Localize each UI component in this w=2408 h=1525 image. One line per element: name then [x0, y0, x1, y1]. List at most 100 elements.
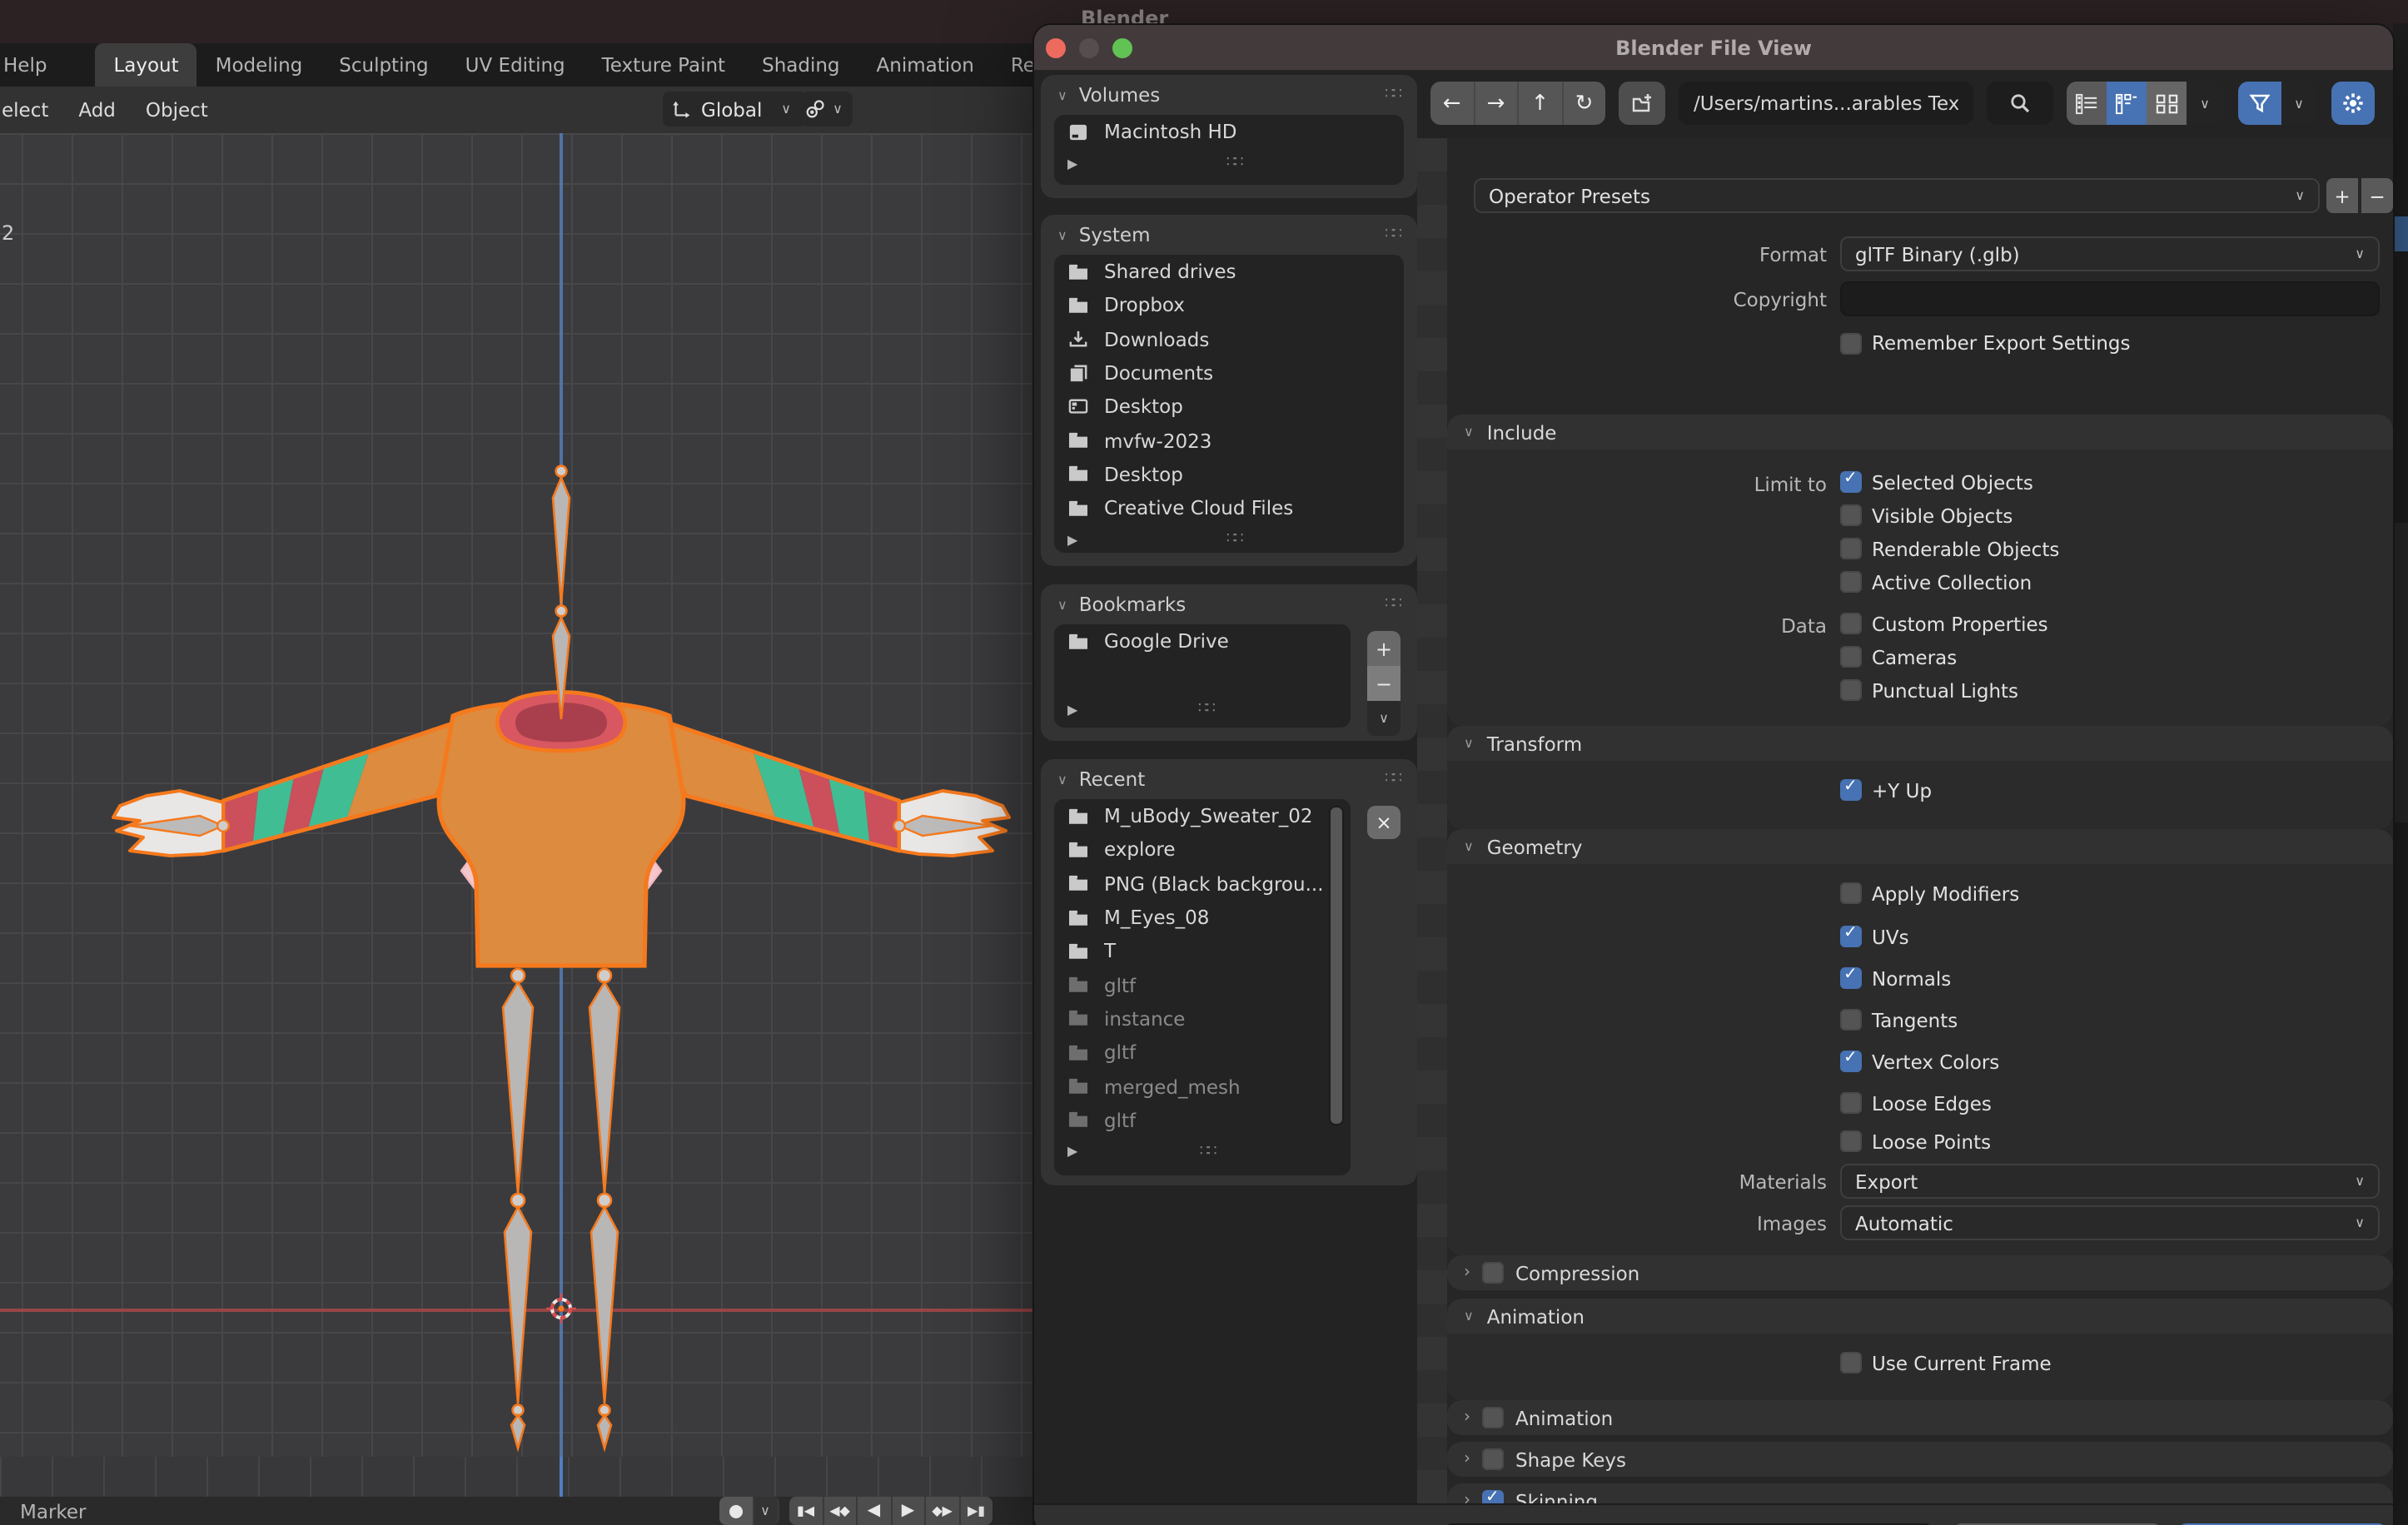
filter-settings-dropdown[interactable]: ∨	[2281, 82, 2316, 125]
parent-directory-button[interactable]: ↑	[1519, 82, 1563, 125]
compression-subpanel-header[interactable]: › Compression	[1447, 1255, 2393, 1290]
apply-modifiers-checkbox[interactable]	[1840, 882, 1862, 904]
auto-key-button[interactable]	[719, 1497, 754, 1525]
jump-to-start-button[interactable]: ▮◀	[789, 1497, 823, 1525]
system-header[interactable]: ∨ System ∷∷	[1041, 215, 1417, 255]
recent-item[interactable]: gltf	[1054, 1103, 1351, 1137]
vertical-list-view-button[interactable]	[2067, 82, 2107, 125]
compression-checkbox[interactable]	[1482, 1262, 1504, 1284]
tab-uv-editing[interactable]: UV Editing	[447, 43, 584, 86]
play-button[interactable]: ▶	[892, 1497, 926, 1525]
bookmarks-header[interactable]: ∨ Bookmarks ∷∷	[1041, 584, 1417, 624]
recent-item[interactable]: T	[1054, 934, 1351, 968]
filter-button[interactable]	[2238, 82, 2281, 125]
uvs-checkbox[interactable]	[1840, 924, 1862, 947]
drag-grip-icon[interactable]: ∷∷	[1385, 226, 1402, 243]
expand-icon[interactable]: ▶	[1067, 1145, 1077, 1160]
animation-checkbox[interactable]	[1482, 1407, 1504, 1428]
active-collection-checkbox[interactable]	[1840, 571, 1862, 593]
remove-preset-button[interactable]: −	[2361, 178, 2393, 213]
materials-dropdown[interactable]: Export ∨	[1840, 1164, 2380, 1199]
recent-item[interactable]: gltf	[1054, 1036, 1351, 1070]
add-bookmark-button[interactable]: +	[1367, 631, 1401, 666]
sidebar-item-desktop[interactable]: Desktop	[1054, 390, 1404, 424]
expand-icon[interactable]: ▶	[1067, 156, 1077, 171]
recent-item[interactable]: instance	[1054, 1002, 1351, 1036]
shape-keys-checkbox[interactable]	[1482, 1448, 1504, 1470]
forward-button[interactable]: →	[1475, 82, 1519, 125]
vertex-colors-checkbox[interactable]	[1840, 1049, 1862, 1072]
custom-properties-checkbox[interactable]	[1840, 613, 1862, 634]
tab-sculpting[interactable]: Sculpting	[321, 43, 446, 86]
thumbnail-view-button[interactable]	[2147, 82, 2187, 125]
play-reverse-button[interactable]: ◀	[858, 1497, 892, 1525]
normals-checkbox[interactable]	[1840, 966, 1862, 989]
drag-grip-icon[interactable]: ∷∷	[1198, 701, 1216, 718]
sidebar-item-dropbox[interactable]: Dropbox	[1054, 289, 1404, 323]
recent-item[interactable]: explore	[1054, 833, 1351, 867]
3d-viewport[interactable]: 2	[0, 133, 1032, 1457]
recent-item[interactable]: merged_mesh	[1054, 1070, 1351, 1104]
renderable-objects-checkbox[interactable]	[1840, 538, 1862, 559]
bookmark-options-dropdown[interactable]: ∨	[1367, 701, 1401, 736]
loose-points-checkbox[interactable]	[1840, 1130, 1862, 1152]
menu-help[interactable]: Help	[0, 43, 65, 86]
sidebar-item-shared-drives[interactable]: Shared drives	[1054, 255, 1404, 289]
horizontal-list-view-button[interactable]	[2107, 82, 2147, 125]
back-button[interactable]: ←	[1430, 82, 1475, 125]
y-up-checkbox[interactable]	[1840, 777, 1862, 801]
settings-button[interactable]	[2331, 82, 2375, 125]
drag-grip-icon[interactable]: ∷∷	[1385, 87, 1402, 103]
animation-subpanel-header[interactable]: › Animation	[1447, 1400, 2393, 1435]
animation-section-header[interactable]: ∨ Animation	[1447, 1299, 2393, 1334]
sidebar-item-documents[interactable]: Documents	[1054, 356, 1404, 390]
marker-menu[interactable]: Marker	[20, 1499, 87, 1523]
tab-texture-paint[interactable]: Texture Paint	[584, 43, 744, 86]
recent-item[interactable]: gltf	[1054, 968, 1351, 1002]
menu-add[interactable]: Add	[63, 98, 131, 122]
autokey-dropdown[interactable]: ∨	[754, 1497, 779, 1525]
remove-bookmark-button[interactable]: −	[1367, 666, 1401, 701]
include-section-header[interactable]: ∨ Include	[1447, 415, 2393, 450]
tangents-checkbox[interactable]	[1840, 1009, 1862, 1031]
format-dropdown[interactable]: glTF Binary (.glb) ∨	[1840, 236, 2380, 271]
tab-animation[interactable]: Animation	[858, 43, 993, 86]
jump-to-end-button[interactable]: ▶▮	[960, 1497, 993, 1525]
expand-icon[interactable]: ▶	[1067, 702, 1077, 717]
sidebar-item-google-drive[interactable]: Google Drive	[1054, 624, 1351, 658]
recent-item[interactable]: M_uBody_Sweater_02	[1054, 799, 1351, 833]
sidebar-item-macintosh-hd[interactable]: Macintosh HD	[1054, 115, 1404, 149]
use-current-frame-checkbox[interactable]	[1840, 1352, 1862, 1373]
search-button[interactable]	[1987, 82, 2053, 125]
drag-grip-icon[interactable]: ∷∷	[1226, 156, 1244, 172]
sidebar-item-mvfw-2023[interactable]: mvfw-2023	[1054, 424, 1404, 458]
sidebar-item-desktop-2[interactable]: Desktop	[1054, 458, 1404, 492]
pivot-dropdown[interactable]: ∨	[801, 92, 853, 127]
orientation-dropdown[interactable]: Global ∨	[663, 92, 806, 127]
drag-grip-icon[interactable]: ∷∷	[1226, 532, 1244, 549]
volumes-header[interactable]: ∨ Volumes ∷∷	[1041, 75, 1417, 115]
operator-presets-dropdown[interactable]: Operator Presets ∨	[1474, 178, 2320, 213]
menu-object[interactable]: Object	[131, 98, 223, 122]
playhead[interactable]	[560, 1457, 563, 1497]
transform-section-header[interactable]: ∨ Transform	[1447, 726, 2393, 761]
timeline-ruler[interactable]	[0, 1457, 1032, 1500]
copyright-input[interactable]	[1840, 281, 2380, 316]
loose-edges-checkbox[interactable]	[1840, 1092, 1862, 1114]
shape-keys-subpanel-header[interactable]: › Shape Keys	[1447, 1442, 2393, 1477]
drag-grip-icon[interactable]: ∷∷	[1385, 596, 1402, 613]
remove-recent-button[interactable]: ×	[1367, 806, 1401, 839]
drag-grip-icon[interactable]: ∷∷	[1385, 771, 1402, 787]
selected-objects-checkbox[interactable]	[1840, 469, 1862, 493]
visible-objects-checkbox[interactable]	[1840, 504, 1862, 526]
recent-item[interactable]: M_Eyes_08	[1054, 901, 1351, 935]
images-dropdown[interactable]: Automatic ∨	[1840, 1205, 2380, 1240]
character-model[interactable]	[0, 133, 1032, 1457]
drag-grip-icon[interactable]: ∷∷	[1200, 1144, 1217, 1160]
add-preset-button[interactable]: +	[2326, 178, 2358, 213]
sidebar-item-downloads[interactable]: Downloads	[1054, 322, 1404, 356]
tab-layout[interactable]: Layout	[95, 43, 197, 86]
punctual-lights-checkbox[interactable]	[1840, 679, 1862, 701]
dialog-titlebar[interactable]: Blender File View	[1034, 25, 2393, 70]
tab-modeling[interactable]: Modeling	[197, 43, 321, 86]
